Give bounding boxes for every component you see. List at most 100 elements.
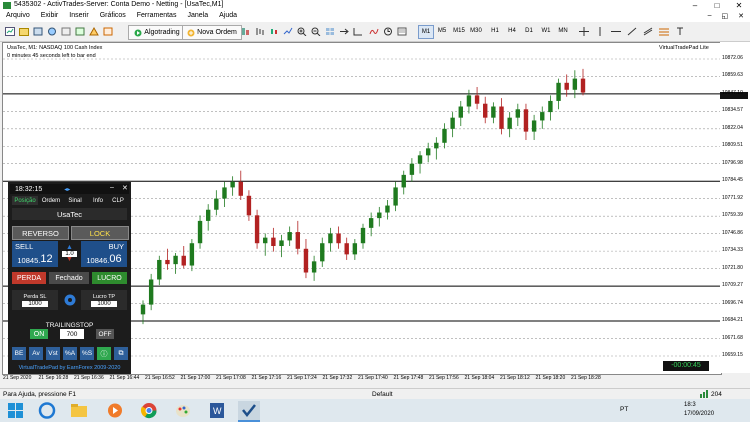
metaeditor-icon[interactable] bbox=[102, 25, 114, 38]
buy-button[interactable]: BUY bbox=[81, 241, 127, 251]
menu-ferramentas[interactable]: Ferramentas bbox=[137, 12, 177, 19]
timeframe-d1[interactable]: D1 bbox=[522, 25, 536, 37]
lot-down-icon[interactable]: ▼ bbox=[66, 256, 73, 263]
perda-sl-label: Perda SL bbox=[23, 293, 47, 300]
channel-icon[interactable] bbox=[642, 25, 654, 38]
folder-icon[interactable] bbox=[70, 402, 88, 419]
lucro-button[interactable]: LUCRO bbox=[92, 272, 127, 284]
tile-windows-icon[interactable] bbox=[324, 25, 336, 38]
lock-button[interactable]: LOCK bbox=[71, 226, 129, 240]
menu-ajuda[interactable]: Ajuda bbox=[219, 12, 237, 19]
percent-s-button[interactable]: %S bbox=[80, 347, 94, 360]
new-order-button[interactable]: Nova Ordem bbox=[182, 25, 242, 40]
info-icon[interactable]: ⓘ bbox=[97, 347, 111, 360]
menu-arquivo[interactable]: Arquivo bbox=[6, 12, 30, 19]
panel-arrows-icon[interactable]: ◂▸ bbox=[64, 186, 70, 193]
periods-icon[interactable] bbox=[382, 25, 394, 38]
reverso-button[interactable]: REVERSO bbox=[12, 226, 69, 240]
child-minimize-button[interactable]: – bbox=[708, 12, 712, 20]
start-button-icon[interactable] bbox=[8, 403, 23, 418]
candle-body bbox=[246, 195, 252, 216]
word-icon[interactable]: W bbox=[208, 402, 226, 419]
percent-a-button[interactable]: %A bbox=[63, 347, 77, 360]
minimize-button[interactable]: – bbox=[684, 0, 706, 11]
time-axis-label: 21 Sep 17:40 bbox=[358, 375, 388, 381]
zoom-out-icon[interactable] bbox=[310, 25, 322, 38]
copy-icon[interactable]: ⧉ bbox=[114, 347, 128, 360]
lot-stepper[interactable]: ▲ 1.0 ▼ bbox=[60, 241, 79, 267]
tab-sinal[interactable]: Sinal bbox=[64, 196, 86, 205]
time-axis-label: 21 Sep 18:28 bbox=[571, 375, 601, 381]
close-button[interactable]: ✕ bbox=[728, 0, 750, 11]
menu-graficos[interactable]: Gráficos bbox=[100, 12, 126, 19]
vst-button[interactable]: Vst bbox=[46, 347, 60, 360]
text-tool-icon[interactable] bbox=[674, 25, 686, 38]
be-button[interactable]: BE bbox=[12, 347, 26, 360]
profiles-icon[interactable] bbox=[18, 25, 30, 38]
menu-inserir[interactable]: Inserir bbox=[69, 12, 88, 19]
candle-body bbox=[222, 187, 227, 199]
timeframe-m30[interactable]: M30 bbox=[469, 25, 483, 37]
tester-icon[interactable] bbox=[88, 25, 100, 38]
bar-chart-icon[interactable] bbox=[254, 25, 266, 38]
sell-price[interactable]: 10845. 12 bbox=[12, 251, 58, 267]
tab-clp[interactable]: CLP bbox=[109, 196, 127, 205]
timeframe-m5[interactable]: M5 bbox=[435, 25, 449, 37]
menu-janela[interactable]: Janela bbox=[187, 12, 208, 19]
perda-sl-input[interactable]: 1000 bbox=[22, 300, 48, 307]
buy-price[interactable]: 10846. 06 bbox=[81, 251, 127, 267]
child-restore-button[interactable]: ◱ bbox=[722, 12, 729, 20]
app-icon bbox=[3, 2, 11, 9]
line-chart-icon[interactable] bbox=[282, 25, 294, 38]
av-button[interactable]: Av bbox=[29, 347, 43, 360]
tab-posicao[interactable]: Posição bbox=[12, 196, 38, 205]
new-order-icon bbox=[187, 29, 195, 36]
algotrading-button[interactable]: Algotrading bbox=[128, 25, 186, 40]
menu-exibir[interactable]: Exibir bbox=[41, 12, 59, 19]
fechado-button[interactable]: Fechado bbox=[49, 272, 89, 284]
timeframe-m1[interactable]: M1 bbox=[418, 25, 434, 39]
trend-line-icon[interactable] bbox=[626, 25, 638, 38]
ie-icon[interactable] bbox=[38, 402, 56, 419]
trailing-on-button[interactable]: ON bbox=[30, 329, 48, 339]
plugin-lite-link[interactable]: Lite bbox=[700, 45, 709, 51]
trailing-off-button[interactable]: OFF bbox=[96, 329, 114, 339]
perda-button[interactable]: PERDA bbox=[12, 272, 46, 284]
timeframe-h1[interactable]: H1 bbox=[488, 25, 502, 37]
tab-ordem[interactable]: Ordem bbox=[40, 196, 62, 205]
autoscroll-icon[interactable] bbox=[338, 25, 350, 38]
language-indicator[interactable]: PT bbox=[620, 406, 628, 413]
metatrader-taskbar-button[interactable] bbox=[238, 401, 260, 422]
zoom-in-icon[interactable] bbox=[296, 25, 308, 38]
tab-info[interactable]: Info bbox=[88, 196, 108, 205]
chart-shift-icon[interactable] bbox=[352, 25, 364, 38]
trailing-value-input[interactable]: 700 bbox=[60, 329, 84, 339]
child-close-button[interactable]: ✕ bbox=[738, 12, 744, 20]
panel-close-button[interactable]: ✕ bbox=[122, 184, 128, 192]
chrome-icon[interactable] bbox=[140, 402, 158, 419]
templates-icon[interactable] bbox=[396, 25, 408, 38]
terminal-icon[interactable] bbox=[74, 25, 86, 38]
timeframe-mn[interactable]: MN bbox=[556, 25, 570, 37]
horizontal-line-icon[interactable] bbox=[610, 25, 622, 38]
timeframe-h4[interactable]: H4 bbox=[505, 25, 519, 37]
data-window-icon[interactable] bbox=[46, 25, 58, 38]
timeframe-m15[interactable]: M15 bbox=[452, 25, 466, 37]
panel-minimize-button[interactable]: – bbox=[110, 184, 114, 191]
candlestick-icon[interactable] bbox=[268, 25, 280, 38]
paint-icon[interactable] bbox=[174, 402, 192, 419]
crosshair-icon[interactable] bbox=[578, 25, 590, 38]
sell-button[interactable]: SELL bbox=[12, 241, 58, 251]
navigator-icon[interactable] bbox=[60, 25, 72, 38]
maximize-button[interactable]: □ bbox=[706, 0, 728, 11]
lucro-tp-input[interactable]: 1000 bbox=[91, 300, 117, 307]
market-depth-icon[interactable] bbox=[240, 25, 252, 38]
media-player-icon[interactable] bbox=[106, 402, 124, 419]
market-watch-icon[interactable] bbox=[32, 25, 44, 38]
indicators-icon[interactable] bbox=[368, 25, 380, 38]
new-chart-icon[interactable] bbox=[4, 25, 16, 38]
gear-icon[interactable] bbox=[60, 292, 79, 308]
timeframe-w1[interactable]: W1 bbox=[539, 25, 553, 37]
vertical-line-icon[interactable] bbox=[594, 25, 606, 38]
fibonacci-icon[interactable] bbox=[658, 25, 670, 38]
